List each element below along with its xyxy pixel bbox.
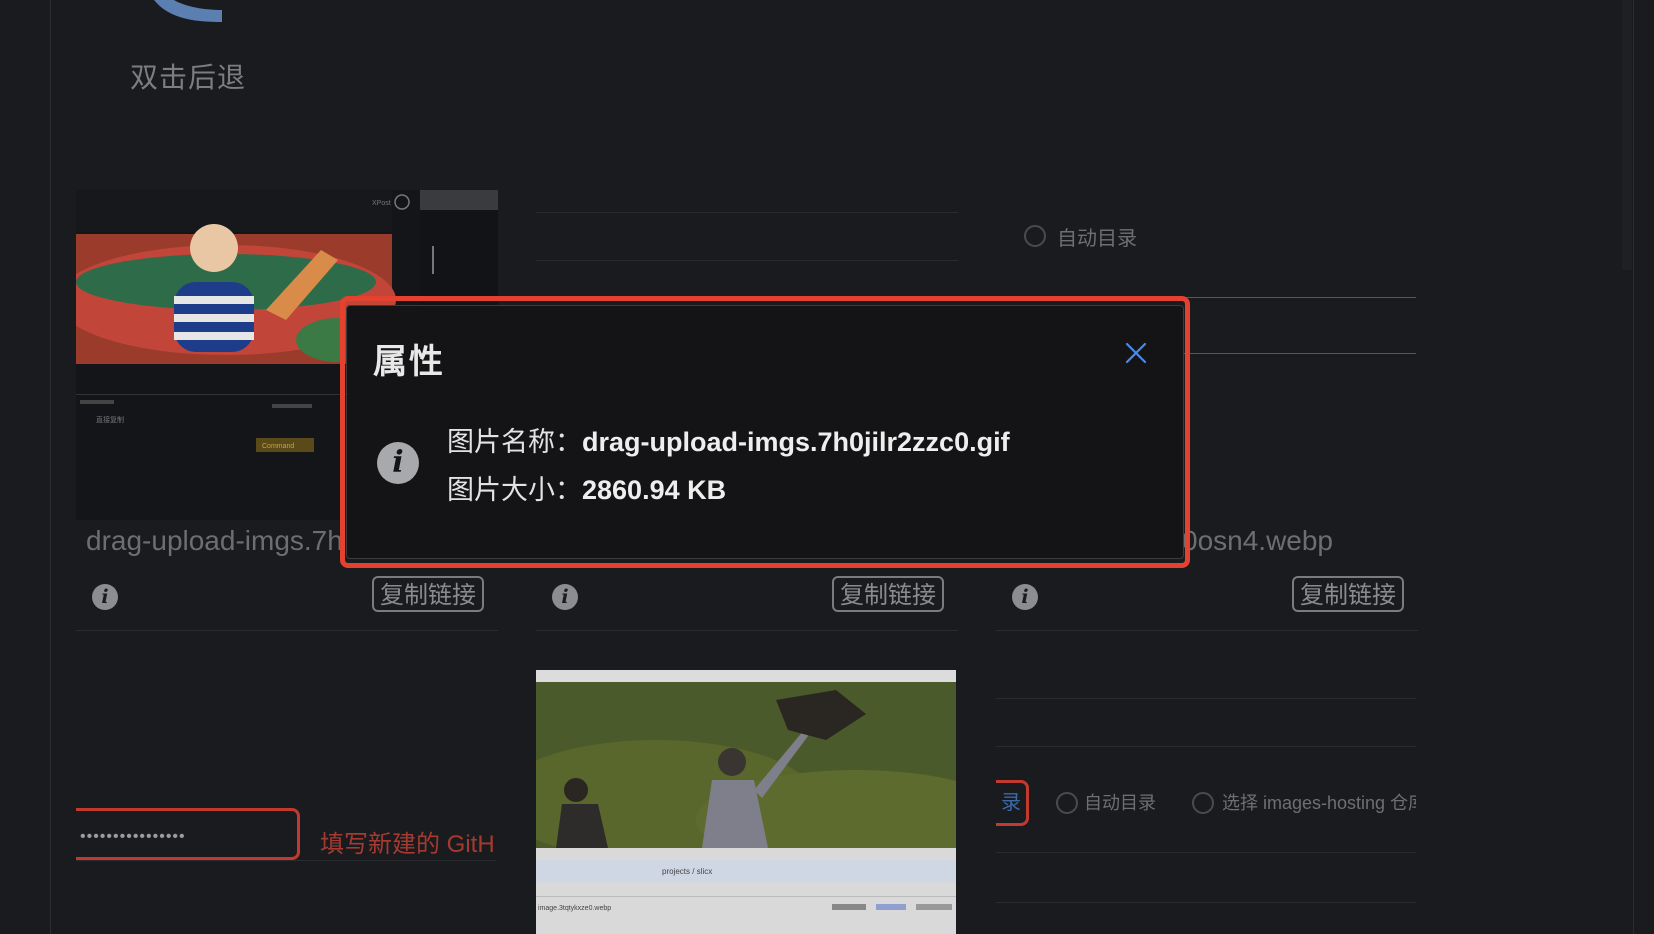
info-icon[interactable]: i [552,584,578,610]
divider [996,746,1416,747]
select-repo-label[interactable]: 选择 images-hosting 仓库 [1222,789,1416,815]
close-icon[interactable] [1123,340,1149,366]
image-filename: drag-upload-imgs.7h [86,525,343,556]
properties-dialog: 属性 i 图片名称：drag-upload-imgs.7h0jilr2zzc0.… [346,305,1184,559]
directory-button[interactable]: 录 [996,780,1029,826]
divider [996,698,1416,699]
property-size-value: 2860.94 KB [582,475,727,505]
copy-link-button[interactable]: 复制链接 [372,576,484,612]
back-arrow-icon[interactable] [150,0,230,32]
divider [996,630,1418,631]
scrollbar[interactable] [1622,0,1632,270]
divider [996,852,1416,853]
info-icon[interactable]: i [1012,584,1038,610]
thumb-path-text: projects / slicx [662,867,712,876]
token-input[interactable]: •••••••••••••••• [76,808,300,860]
divider [536,630,958,631]
github-hint: 填写新建的 GitH [320,831,495,858]
thumb-command-label: Command [262,443,294,450]
property-size-row: 图片大小：2860.94 KB [447,468,726,507]
info-icon[interactable]: i [92,584,118,610]
thumb-file-text: image.3tqtykxze0.webp [538,905,611,912]
repo-radio[interactable] [1192,792,1214,814]
copy-link-button[interactable]: 复制链接 [832,576,944,612]
copy-link-button[interactable]: 复制链接 [1292,576,1404,612]
divider [76,860,496,861]
thumb-small-label: XPost [372,200,391,207]
image-filename: 0osn4.webp [1182,525,1334,556]
property-size-key: 图片大小： [447,475,582,505]
auto-dir-label[interactable]: 自动目录 [1084,789,1156,815]
page-frame-right [1633,0,1634,934]
property-name-row: 图片名称：drag-upload-imgs.7h0jilr2zzc0.gif [447,420,1010,459]
page-frame-left [50,0,51,934]
divider [996,902,1416,903]
property-name-value: drag-upload-imgs.7h0jilr2zzc0.gif [582,427,1010,457]
thumb-copy-label: 直接复制 [96,415,124,424]
property-name-key: 图片名称： [447,427,582,457]
info-icon: i [377,442,419,484]
divider [536,212,958,213]
auto-dir-radio[interactable] [1056,792,1078,814]
divider [76,630,498,631]
image-thumbnail[interactable]: projects / slicx image.3tqtykxze0.webp [536,670,956,934]
back-label[interactable]: 双击后退 [130,56,246,96]
divider [536,260,958,261]
dialog-title: 属性 [373,343,445,381]
